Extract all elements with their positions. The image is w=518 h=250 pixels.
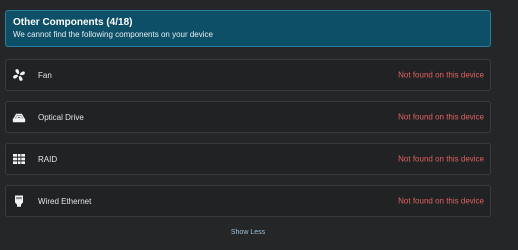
component-label: RAID (38, 154, 58, 164)
header-subtitle: We cannot find the following components … (13, 30, 213, 39)
component-status: Not found on this device (398, 112, 484, 122)
fan-icon (12, 68, 26, 82)
show-less-link[interactable]: Show Less (0, 229, 496, 236)
component-row-raid: RAID Not found on this device (5, 143, 491, 175)
component-status: Not found on this device (398, 70, 484, 80)
raid-icon (12, 152, 26, 166)
component-label: Optical Drive (38, 112, 84, 122)
other-components-header: Other Components (4/18) We cannot find t… (5, 10, 491, 47)
header-title: Other Components (4/18) (13, 17, 133, 28)
component-status: Not found on this device (398, 196, 484, 206)
component-label: Wired Ethernet (38, 196, 92, 206)
component-row-wired-ethernet: Wired Ethernet Not found on this device (5, 185, 491, 217)
optical-drive-icon (12, 110, 26, 124)
component-row-fan: Fan Not found on this device (5, 59, 491, 91)
other-components-panel: Other Components (4/18) We cannot find t… (0, 0, 518, 250)
component-status: Not found on this device (398, 154, 484, 164)
component-label: Fan (38, 70, 52, 80)
ethernet-icon (12, 194, 26, 208)
component-row-optical-drive: Optical Drive Not found on this device (5, 101, 491, 133)
